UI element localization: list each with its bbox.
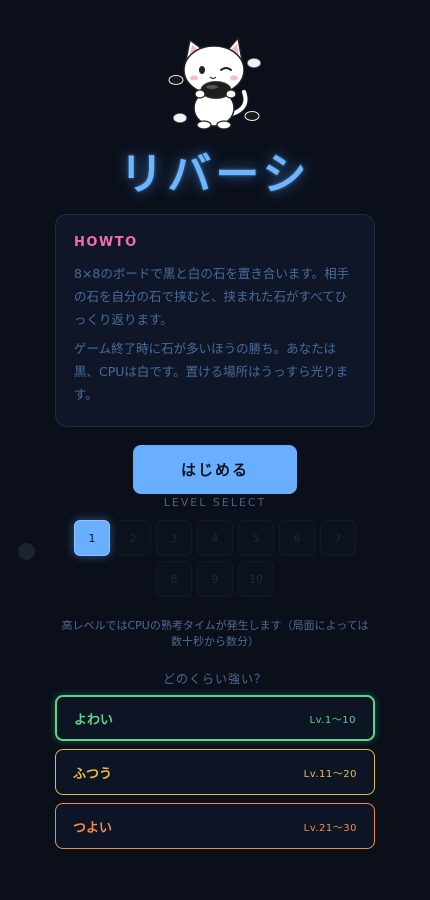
difficulty-hard-button[interactable]: つよい Lv.21〜30 <box>55 803 375 849</box>
cpu-thinking-note: 高レベルではCPUの熟考タイムが発生します（局面によっては数十秒から数分） <box>61 619 369 648</box>
page-title: リバーシ <box>119 149 311 200</box>
level-button-10[interactable]: 10 <box>238 561 274 597</box>
difficulty-easy-button[interactable]: よわい Lv.1〜10 <box>55 695 375 741</box>
level-button-8[interactable]: 8 <box>156 561 192 597</box>
howto-paragraph-2: ゲーム終了時に石が多いほうの勝ち。あなたは黒、CPUは白です。置ける場所はうっす… <box>74 341 349 402</box>
level-button-2[interactable]: 2 <box>115 520 151 556</box>
cat-mascot-icon <box>168 36 261 130</box>
howto-panel: HOWTO 8×8のボードで黒と白の石を置き合います。相手の石を自分の石で挟むと… <box>55 214 375 427</box>
level-button-3[interactable]: 3 <box>156 520 192 556</box>
start-button[interactable]: はじめる <box>133 445 297 494</box>
difficulty-question: どのくらい強い？ <box>162 672 267 686</box>
difficulty-name: つよい <box>73 820 113 836</box>
difficulty-normal-button[interactable]: ふつう Lv.11〜20 <box>55 749 375 795</box>
difficulty-name: ふつう <box>73 766 113 782</box>
howto-paragraph-1: 8×8のボードで黒と白の石を置き合います。相手の石を自分の石で挟むと、挟まれた石… <box>74 266 350 327</box>
level-button-5[interactable]: 5 <box>238 520 274 556</box>
level-button-7[interactable]: 7 <box>320 520 356 556</box>
level-button-1[interactable]: 1 <box>74 520 110 556</box>
decorative-dot <box>18 543 35 560</box>
level-select-label: LEVEL SELECT <box>163 496 267 509</box>
level-button-6[interactable]: 6 <box>279 520 315 556</box>
difficulty-range: Lv.11〜20 <box>303 768 357 780</box>
level-button-4[interactable]: 4 <box>197 520 233 556</box>
difficulty-range: Lv.21〜30 <box>303 822 357 834</box>
difficulty-name: よわい <box>74 712 114 728</box>
level-button-9[interactable]: 9 <box>197 561 233 597</box>
difficulty-range: Lv.1〜10 <box>309 714 356 726</box>
howto-heading: HOWTO <box>74 235 138 250</box>
